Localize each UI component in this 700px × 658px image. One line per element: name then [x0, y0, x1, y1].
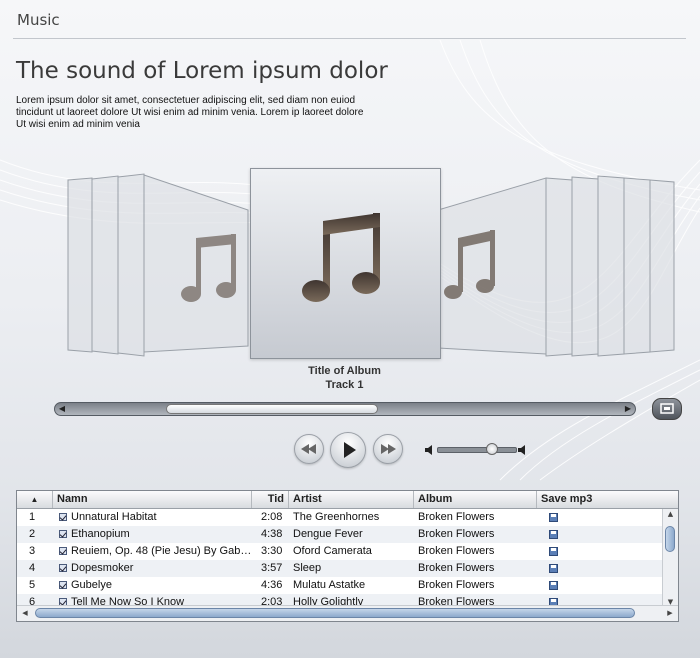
fullscreen-icon: [660, 403, 674, 414]
track-album: Broken Flowers: [418, 528, 495, 540]
track-name: Reuiem, Op. 48 (Pie Jesu) By Gab…: [71, 545, 251, 557]
track-name: Gubelye: [71, 579, 112, 591]
track-table: ▲ Namn Tid Artist Album Save mp3 1 Unnatu…: [16, 490, 679, 622]
track-time: 3:57: [261, 562, 283, 574]
column-header-time[interactable]: Tid: [252, 491, 289, 508]
save-mp3-icon[interactable]: [549, 547, 558, 556]
scroll-right-arrow-icon[interactable]: ▶: [664, 608, 676, 618]
coverflow-scrollbar[interactable]: ◀ ▶: [54, 402, 636, 416]
play-icon: [344, 442, 356, 458]
table-horizontal-scrollbar[interactable]: ◀ ▶: [17, 605, 678, 621]
volume-slider-knob[interactable]: [486, 443, 498, 455]
scroll-left-arrow-icon[interactable]: ◀: [19, 608, 31, 618]
album-caption: Title of Album Track 1: [250, 364, 439, 392]
table-row[interactable]: 3 Reuiem, Op. 48 (Pie Jesu) By Gab… 3:30 Of…: [17, 543, 662, 560]
save-mp3-icon[interactable]: [549, 564, 558, 573]
volume-slider-track[interactable]: [437, 447, 517, 453]
track-artist: The Greenhornes: [293, 511, 380, 523]
track-artist: Mulatu Astatke: [293, 579, 366, 591]
music-note-icon: [181, 234, 236, 302]
track-checkbox[interactable]: [59, 564, 67, 572]
sort-column-header[interactable]: ▲: [17, 491, 53, 508]
track-checkbox[interactable]: [59, 530, 67, 538]
track-album: Broken Flowers: [418, 562, 495, 574]
table-row[interactable]: 1 Unnatural Habitat 2:08 The Greenhornes Bro…: [17, 509, 662, 526]
track-number: 2: [29, 528, 36, 540]
track-number: 3: [29, 545, 36, 557]
track-checkbox[interactable]: [59, 513, 67, 521]
music-page: Music The sound of Lorem ipsum dolor Lor…: [0, 0, 700, 658]
track-artist: Sleep: [293, 562, 322, 574]
column-header-artist[interactable]: Artist: [289, 491, 414, 508]
column-header-save-mp3[interactable]: Save mp3: [537, 491, 678, 508]
column-header-name[interactable]: Namn: [53, 491, 252, 508]
album-title: Title of Album: [308, 365, 381, 377]
scroll-up-arrow-icon[interactable]: ▲: [663, 509, 678, 519]
track-name: Unnatural Habitat: [71, 511, 157, 523]
track-album: Broken Flowers: [418, 511, 495, 523]
rewind-icon: [301, 444, 316, 454]
sort-ascending-icon: ▲: [30, 495, 39, 504]
fast-forward-button[interactable]: [373, 434, 403, 464]
play-button[interactable]: [330, 432, 366, 468]
table-row[interactable]: 2 Ethanopium 4:38 Dengue Fever Broken Flower…: [17, 526, 662, 543]
rewind-button[interactable]: [294, 434, 324, 464]
table-header: ▲ Namn Tid Artist Album Save mp3: [17, 491, 678, 509]
fast-forward-icon: [381, 444, 396, 454]
track-time: 3:30: [261, 545, 283, 557]
track-checkbox[interactable]: [59, 547, 67, 555]
table-vertical-scrollbar[interactable]: ▲ ▼: [662, 509, 678, 607]
save-mp3-icon[interactable]: [549, 581, 558, 590]
track-artist: Dengue Fever: [293, 528, 363, 540]
track-time: 4:36: [261, 579, 283, 591]
page-headline: The sound of Lorem ipsum dolor: [16, 58, 388, 84]
table-row[interactable]: 5 Gubelye 4:36 Mulatu Astatke Broken Flowers: [17, 577, 662, 594]
save-mp3-icon[interactable]: [549, 530, 558, 539]
track-number: 4: [29, 562, 36, 574]
table-vertical-scroll-thumb[interactable]: [665, 526, 675, 552]
intro-text: Lorem ipsum dolor sit amet, consectetuer…: [16, 95, 364, 130]
scroll-left-arrow-icon[interactable]: ◀: [55, 403, 69, 415]
music-note-icon: [444, 230, 495, 299]
track-artist: Oford Camerata: [293, 545, 372, 557]
music-note-icon: [302, 213, 380, 302]
track-time: 4:38: [261, 528, 283, 540]
track-album: Broken Flowers: [418, 579, 495, 591]
save-mp3-icon[interactable]: [549, 513, 558, 522]
track-number: 5: [29, 579, 36, 591]
fullscreen-button[interactable]: [652, 398, 682, 420]
table-horizontal-scroll-thumb[interactable]: [35, 608, 635, 618]
title-divider: [13, 38, 686, 39]
track-checkbox[interactable]: [59, 581, 67, 589]
track-album: Broken Flowers: [418, 545, 495, 557]
volume-high-icon[interactable]: [517, 444, 527, 456]
track-name: Dopesmoker: [71, 562, 134, 574]
volume-low-icon[interactable]: [424, 444, 434, 456]
track-number: 1: [29, 511, 36, 523]
table-row[interactable]: 4 Dopesmoker 3:57 Sleep Broken Flowers: [17, 560, 662, 577]
track-time: 2:08: [261, 511, 283, 523]
track-label: Track 1: [325, 379, 364, 391]
app-title: Music: [17, 11, 60, 29]
coverflow-scroll-thumb[interactable]: [166, 404, 378, 414]
track-name: Ethanopium: [71, 528, 130, 540]
scroll-right-arrow-icon[interactable]: ▶: [621, 403, 635, 415]
current-album-cover[interactable]: [250, 168, 441, 359]
column-header-album[interactable]: Album: [414, 491, 537, 508]
